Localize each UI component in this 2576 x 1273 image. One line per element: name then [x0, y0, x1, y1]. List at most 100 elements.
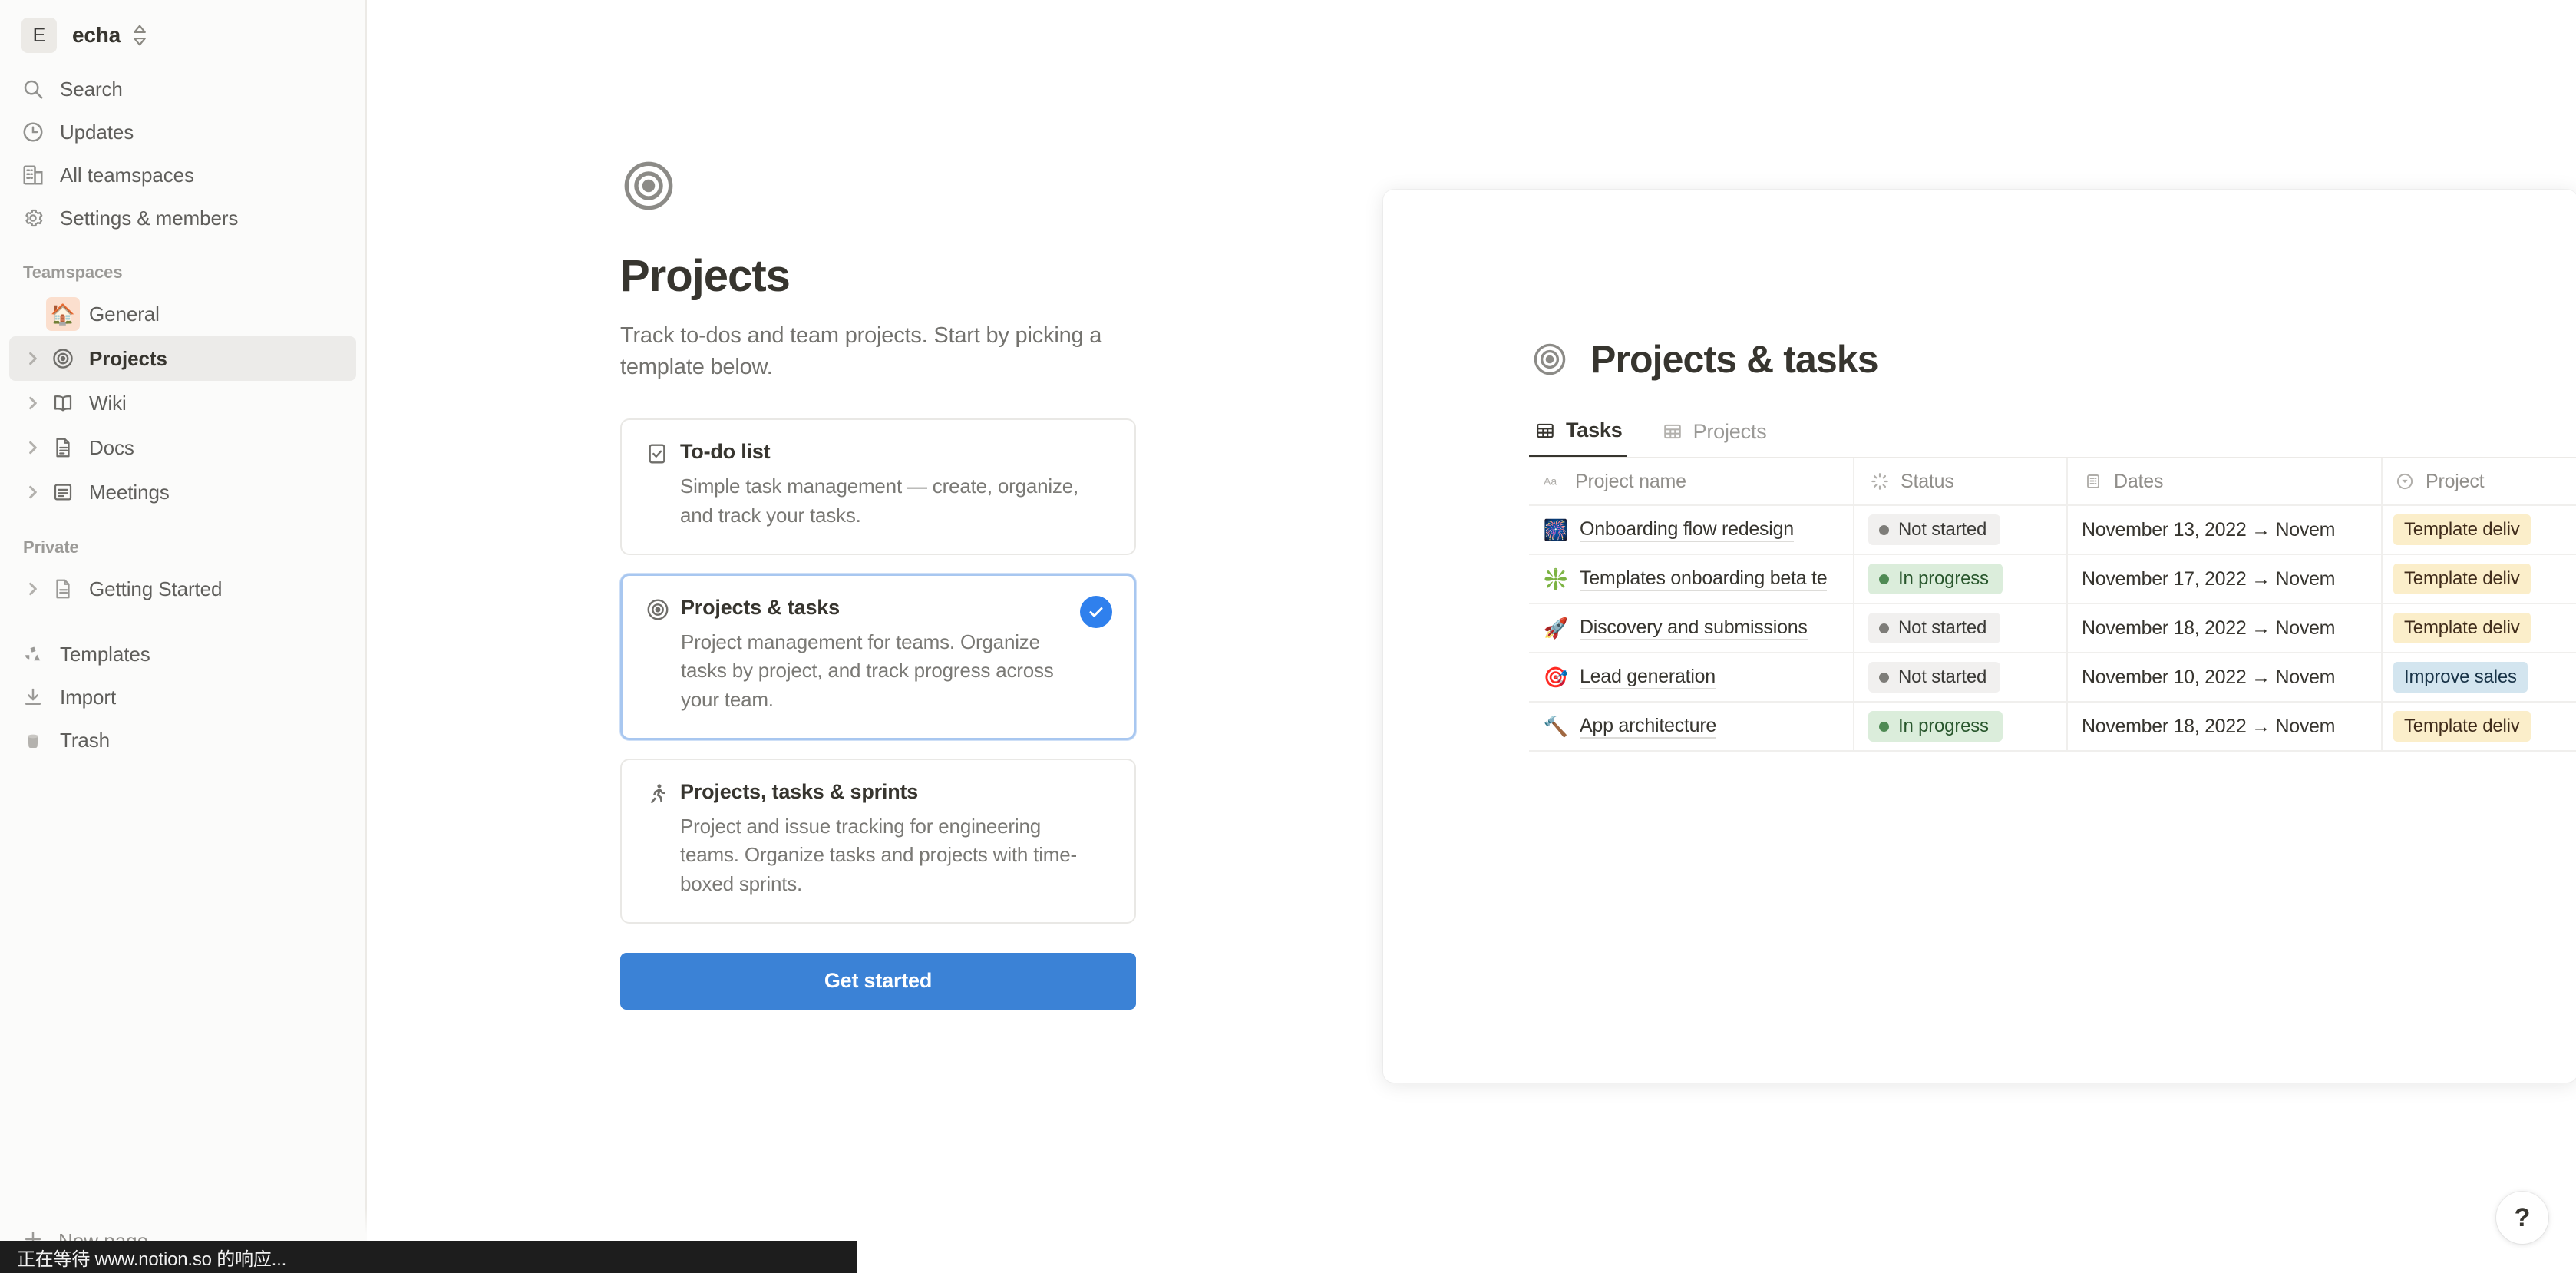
- table-icon: [1661, 420, 1684, 443]
- sidebar-item-projects[interactable]: Projects: [9, 336, 356, 381]
- template-preview-panel: Projects & tasks Tasks Projects: [1383, 190, 2576, 1083]
- page-title: Projects: [620, 250, 1142, 302]
- sidebar-nav: Search Updates All teamspaces Settings &…: [0, 68, 365, 240]
- cell-project[interactable]: Improve sales: [2383, 653, 2576, 701]
- sidebar-item-trash[interactable]: Trash: [14, 719, 352, 762]
- project-tag: Template deliv: [2393, 514, 2531, 545]
- sidebar-item-label: All teamspaces: [60, 164, 194, 187]
- sidebar-item-docs[interactable]: Docs: [9, 425, 356, 470]
- cell-dates[interactable]: November 13, 2022 → Novem: [2068, 506, 2383, 554]
- option-header: To-do list: [645, 440, 1111, 466]
- notion-app-window: E echa Search Updates: [0, 0, 2576, 1273]
- cell-project-name[interactable]: 🎯 Lead generation: [1529, 653, 1854, 701]
- sidebar-item-wiki[interactable]: Wiki: [9, 381, 356, 425]
- checkbox-icon: [645, 440, 680, 466]
- row-emoji-icon: 🎆: [1543, 518, 1569, 542]
- cell-dates[interactable]: November 17, 2022 → Novem: [2068, 555, 2383, 603]
- runner-icon: [645, 780, 680, 806]
- cell-project-name[interactable]: 🚀 Discovery and submissions: [1529, 604, 1854, 652]
- status-label: Not started: [1898, 666, 1986, 688]
- cell-project[interactable]: Template deliv: [2383, 506, 2576, 554]
- status-dot-icon: [1879, 673, 1889, 683]
- sidebar-item-label: Projects: [89, 347, 167, 371]
- table-row[interactable]: 🎯 Lead generation Not started November 1…: [1529, 653, 2576, 703]
- sidebar-item-search[interactable]: Search: [14, 68, 352, 111]
- sidebar-item-label: Search: [60, 78, 123, 101]
- table-row[interactable]: 🔨 App architecture In progress November …: [1529, 703, 2576, 752]
- sidebar-item-templates[interactable]: Templates: [14, 633, 352, 676]
- main-content: Projects Track to-dos and team projects.…: [367, 0, 2576, 1273]
- column-header-dates[interactable]: Dates: [2068, 458, 2383, 504]
- row-emoji-icon: ❇️: [1543, 567, 1569, 591]
- sidebar-item-updates[interactable]: Updates: [14, 111, 352, 154]
- sidebar-bottom-nav: Templates Import Trash: [0, 633, 365, 762]
- chevron-right-icon[interactable]: [20, 351, 46, 366]
- cell-dates[interactable]: November 10, 2022 → Novem: [2068, 653, 2383, 701]
- status-dot-icon: [1879, 623, 1889, 633]
- check-circle-icon: [1080, 596, 1112, 628]
- cell-status[interactable]: Not started: [1854, 604, 2068, 652]
- dates-label: November 10, 2022 → Novem: [2082, 666, 2335, 689]
- sidebar-item-settings-members[interactable]: Settings & members: [14, 197, 352, 240]
- status-badge: In progress: [1868, 711, 2003, 742]
- list-icon: [46, 475, 80, 509]
- sidebar-item-general[interactable]: 🏠 General: [9, 292, 356, 336]
- cell-status[interactable]: Not started: [1854, 653, 2068, 701]
- sidebar-item-import[interactable]: Import: [14, 676, 352, 719]
- preview-title: Projects & tasks: [1590, 337, 1878, 382]
- chevron-right-icon[interactable]: [20, 484, 46, 500]
- tab-tasks[interactable]: Tasks: [1529, 418, 1627, 457]
- table-row[interactable]: ❇️ Templates onboarding beta te In progr…: [1529, 555, 2576, 604]
- chevron-right-icon[interactable]: [20, 395, 46, 411]
- svg-text:Aa: Aa: [1544, 475, 1557, 488]
- column-header-project[interactable]: Project: [2383, 458, 2576, 504]
- sidebar-item-getting-started[interactable]: Getting Started: [9, 567, 356, 611]
- template-option-projects-tasks[interactable]: Projects & tasks Project management for …: [620, 574, 1136, 740]
- target-icon: [620, 157, 1142, 218]
- house-icon: 🏠: [46, 297, 80, 331]
- workspace-name: echa: [72, 23, 121, 48]
- cell-project-name[interactable]: 🎆 Onboarding flow redesign: [1529, 506, 1854, 554]
- help-button[interactable]: ?: [2496, 1192, 2548, 1244]
- get-started-button[interactable]: Get started: [620, 953, 1136, 1010]
- table-row[interactable]: 🎆 Onboarding flow redesign Not started N…: [1529, 506, 2576, 555]
- table-row[interactable]: 🚀 Discovery and submissions Not started …: [1529, 604, 2576, 653]
- template-option-projects-tasks-sprints[interactable]: Projects, tasks & sprints Project and is…: [620, 759, 1136, 924]
- tab-projects[interactable]: Projects: [1656, 420, 1772, 456]
- cell-status[interactable]: In progress: [1854, 555, 2068, 603]
- teamspaces-section-label: Teamspaces: [23, 263, 365, 283]
- cell-project[interactable]: Template deliv: [2383, 604, 2576, 652]
- cell-status[interactable]: In progress: [1854, 703, 2068, 750]
- chevron-right-icon[interactable]: [20, 440, 46, 455]
- book-icon: [46, 386, 80, 420]
- cell-dates[interactable]: November 18, 2022 → Novem: [2068, 703, 2383, 750]
- page-icon: [46, 572, 80, 606]
- sidebar-item-all-teamspaces[interactable]: All teamspaces: [14, 154, 352, 197]
- import-icon: [21, 686, 54, 709]
- template-option-todo-list[interactable]: To-do list Simple task management — crea…: [620, 418, 1136, 554]
- status-dot-icon: [1879, 574, 1889, 584]
- sidebar-item-label: Templates: [60, 643, 150, 666]
- cell-project[interactable]: Template deliv: [2383, 555, 2576, 603]
- sidebar-item-meetings[interactable]: Meetings: [9, 470, 356, 514]
- cell-project-name[interactable]: 🔨 App architecture: [1529, 703, 1854, 750]
- private-list: Getting Started: [0, 567, 365, 611]
- column-header-label: Status: [1901, 471, 1954, 493]
- sidebar-item-label: General: [89, 303, 160, 326]
- chevron-right-icon[interactable]: [20, 581, 46, 597]
- sidebar-item-label: Meetings: [89, 481, 170, 504]
- sidebar-item-label: Updates: [60, 121, 134, 144]
- sidebar-item-label: Import: [60, 686, 116, 709]
- option-description: Project and issue tracking for engineeri…: [680, 812, 1087, 899]
- column-header-project-name[interactable]: Aa Project name: [1529, 458, 1854, 504]
- cell-dates[interactable]: November 18, 2022 → Novem: [2068, 604, 2383, 652]
- cell-project-name[interactable]: ❇️ Templates onboarding beta te: [1529, 555, 1854, 603]
- status-label: In progress: [1898, 716, 1989, 737]
- search-icon: [21, 78, 54, 101]
- column-header-status[interactable]: Status: [1854, 458, 2068, 504]
- cell-project[interactable]: Template deliv: [2383, 703, 2576, 750]
- workspace-switcher[interactable]: E echa: [14, 11, 352, 60]
- building-icon: [21, 164, 54, 187]
- cell-status[interactable]: Not started: [1854, 506, 2068, 554]
- option-description: Simple task management — create, organiz…: [680, 472, 1087, 530]
